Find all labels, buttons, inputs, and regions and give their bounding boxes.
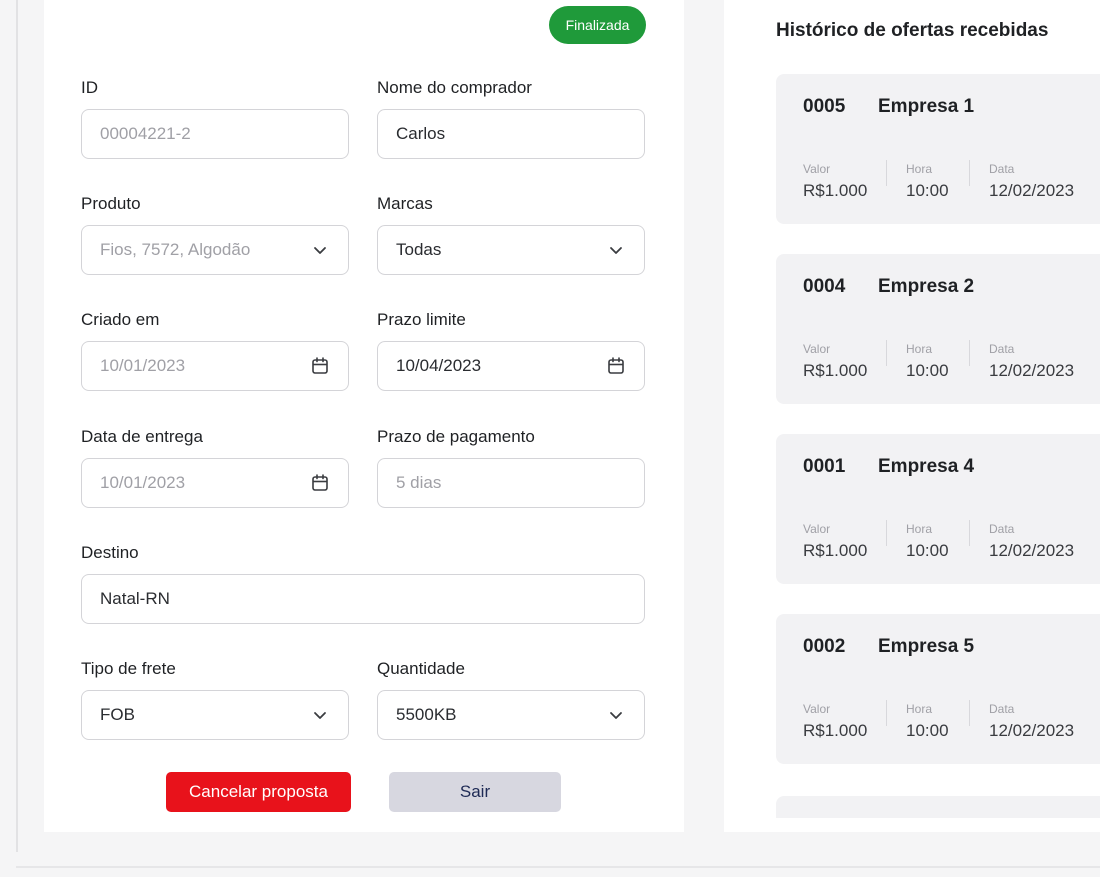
- freight-value: FOB: [100, 705, 135, 724]
- bottom-edge-line: [16, 866, 1100, 868]
- offer-time-label: Hora: [906, 702, 933, 716]
- calendar-icon[interactable]: [310, 356, 330, 376]
- destination-label: Destino: [81, 543, 139, 562]
- offer-value: R$1.000: [803, 181, 868, 200]
- offer-date: 12/02/2023: [989, 541, 1075, 560]
- offer-card[interactable]: 0002 Empresa 5 Valor R$1.000 Hora 10:00 Dat…: [776, 614, 1100, 764]
- offer-time-label: Hora: [906, 522, 933, 536]
- payment-field[interactable]: 5 dias: [377, 458, 645, 508]
- offer-id: 0001: [803, 456, 846, 477]
- offer-date-label: Data: [989, 162, 1015, 176]
- chevron-down-icon: [310, 240, 330, 260]
- column-divider: [886, 520, 887, 546]
- offer-time: 10:00: [906, 541, 949, 560]
- created-date-field[interactable]: 10/01/2023: [81, 341, 349, 391]
- brands-select[interactable]: Todas: [377, 225, 645, 275]
- payment-label: Prazo de pagamento: [377, 427, 535, 446]
- quantity-select[interactable]: 5500KB: [377, 690, 645, 740]
- id-field[interactable]: 00004221-2: [81, 109, 349, 159]
- cancel-proposal-button[interactable]: Cancelar proposta: [166, 772, 351, 812]
- column-divider: [886, 700, 887, 726]
- chevron-down-icon: [606, 240, 626, 260]
- offer-card[interactable]: 0005 Empresa 1 Valor R$1.000 Hora 10:00 Dat…: [776, 74, 1100, 224]
- brands-label: Marcas: [377, 194, 433, 213]
- offer-date: 12/02/2023: [989, 361, 1075, 380]
- product-label: Produto: [81, 194, 141, 213]
- column-divider: [969, 340, 970, 366]
- chevron-down-icon: [606, 705, 626, 725]
- freight-select[interactable]: FOB: [81, 690, 349, 740]
- offer-date-label: Data: [989, 342, 1015, 356]
- buyer-field[interactable]: Carlos: [377, 109, 645, 159]
- offer-value: R$1.000: [803, 721, 868, 740]
- deadline-date-field[interactable]: 10/04/2023: [377, 341, 645, 391]
- offer-time-label: Hora: [906, 162, 933, 176]
- buyer-value: Carlos: [396, 124, 446, 143]
- offer-value-label: Valor: [803, 522, 831, 536]
- offer-card[interactable]: 0004 Empresa 2 Valor R$1.000 Hora 10:00 Dat…: [776, 254, 1100, 404]
- offer-id: 0002: [803, 636, 846, 657]
- offer-value: R$1.000: [803, 361, 868, 380]
- product-select[interactable]: Fios, 7572, Algodão: [81, 225, 349, 275]
- deadline-value: 10/04/2023: [396, 356, 482, 375]
- offer-date-label: Data: [989, 522, 1015, 536]
- created-value: 10/01/2023: [100, 356, 186, 375]
- quantity-label: Quantidade: [377, 659, 465, 678]
- offer-date-label: Data: [989, 702, 1015, 716]
- offer-company: Empresa 2: [878, 276, 975, 297]
- column-divider: [886, 160, 887, 186]
- calendar-icon[interactable]: [310, 473, 330, 493]
- chevron-down-icon: [310, 705, 330, 725]
- buyer-label: Nome do comprador: [377, 78, 532, 97]
- id-label: ID: [81, 78, 98, 97]
- column-divider: [969, 160, 970, 186]
- offer-history-title: Histórico de ofertas recebidas: [776, 20, 1049, 41]
- status-badge: Finalizada: [549, 6, 646, 44]
- id-value: 00004221-2: [100, 124, 191, 143]
- left-edge-line: [16, 0, 18, 852]
- offer-value-label: Valor: [803, 702, 831, 716]
- delivery-value: 10/01/2023: [100, 473, 186, 492]
- created-label: Criado em: [81, 310, 160, 329]
- offer-time: 10:00: [906, 181, 949, 200]
- delivery-date-field[interactable]: 10/01/2023: [81, 458, 349, 508]
- offer-date: 12/02/2023: [989, 721, 1075, 740]
- exit-button[interactable]: Sair: [389, 772, 561, 812]
- offer-card-partial[interactable]: [776, 796, 1100, 818]
- offer-id: 0004: [803, 276, 846, 297]
- offer-card[interactable]: 0001 Empresa 4 Valor R$1.000 Hora 10:00 Dat…: [776, 434, 1100, 584]
- offer-time: 10:00: [906, 361, 949, 380]
- payment-value: 5 dias: [396, 473, 442, 492]
- offer-value-label: Valor: [803, 342, 831, 356]
- offer-company: Empresa 4: [878, 456, 975, 477]
- offer-time: 10:00: [906, 721, 949, 740]
- column-divider: [969, 520, 970, 546]
- offer-value-label: Valor: [803, 162, 831, 176]
- destination-value: Natal-RN: [100, 589, 170, 608]
- offer-company: Empresa 5: [878, 636, 975, 657]
- product-value: Fios, 7572, Algodão: [100, 240, 251, 259]
- column-divider: [886, 340, 887, 366]
- quantity-value: 5500KB: [396, 705, 457, 724]
- offer-date: 12/02/2023: [989, 181, 1075, 200]
- destination-field[interactable]: Natal-RN: [81, 574, 645, 624]
- offer-time-label: Hora: [906, 342, 933, 356]
- offer-id: 0005: [803, 96, 846, 117]
- calendar-icon[interactable]: [606, 356, 626, 376]
- column-divider: [969, 700, 970, 726]
- deadline-label: Prazo limite: [377, 310, 466, 329]
- delivery-label: Data de entrega: [81, 427, 203, 446]
- brands-value: Todas: [396, 240, 442, 259]
- freight-label: Tipo de frete: [81, 659, 176, 678]
- offer-company: Empresa 1: [878, 96, 975, 117]
- offer-value: R$1.000: [803, 541, 868, 560]
